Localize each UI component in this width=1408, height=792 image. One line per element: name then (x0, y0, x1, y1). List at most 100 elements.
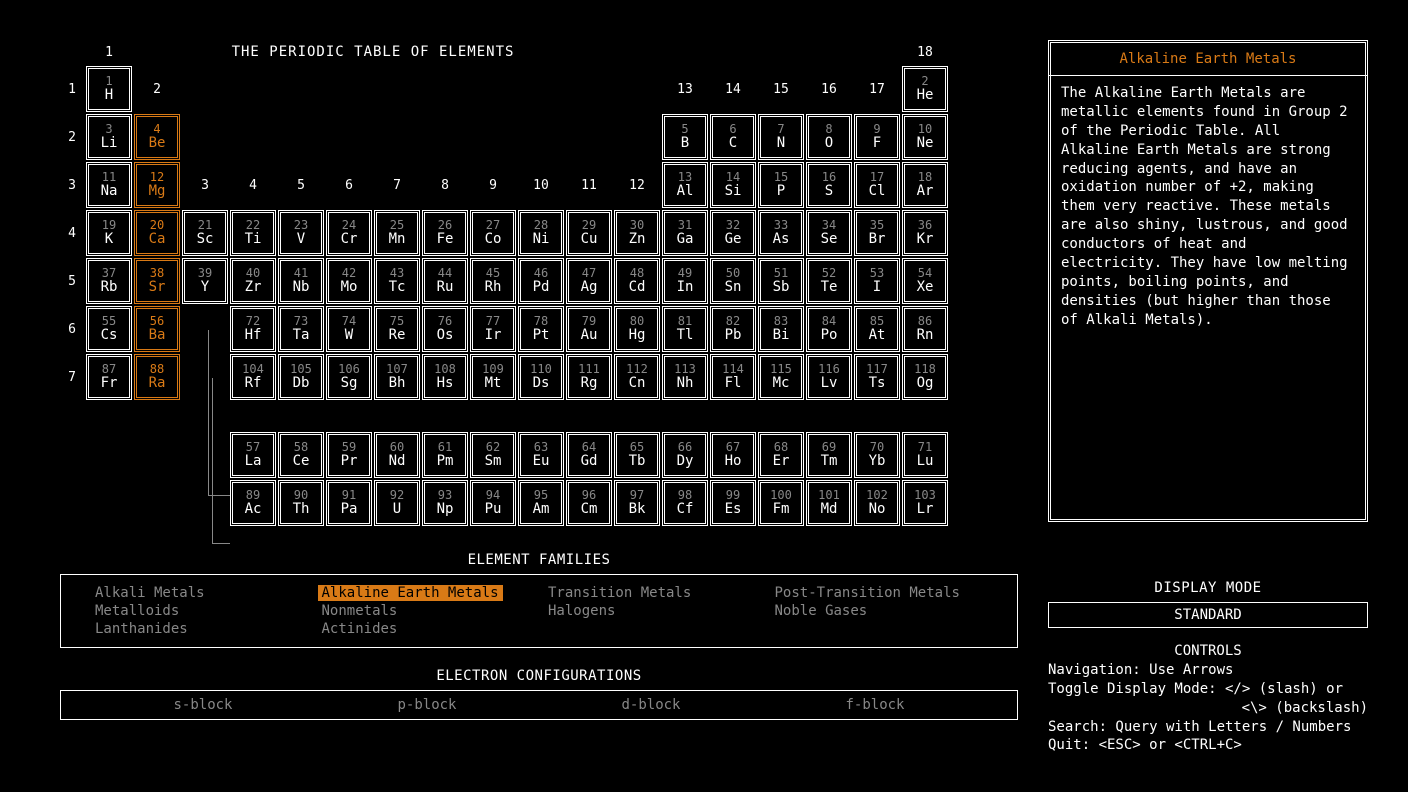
element-cell[interactable]: 97Bk (614, 480, 660, 526)
element-cell[interactable]: 34Se (806, 210, 852, 256)
element-cell[interactable]: 11Na (86, 162, 132, 208)
element-cell[interactable]: 87Fr (86, 354, 132, 400)
element-cell[interactable]: 92U (374, 480, 420, 526)
element-cell[interactable]: 79Au (566, 306, 612, 352)
element-cell[interactable]: 18Ar (902, 162, 948, 208)
element-cell[interactable]: 25Mn (374, 210, 420, 256)
element-cell[interactable]: 23V (278, 210, 324, 256)
element-cell[interactable]: 95Am (518, 480, 564, 526)
element-cell[interactable]: 43Tc (374, 258, 420, 304)
element-cell[interactable]: 110Ds (518, 354, 564, 400)
family-item[interactable]: Alkaline Earth Metals (318, 585, 503, 601)
element-cell[interactable]: 108Hs (422, 354, 468, 400)
element-cell[interactable]: 14Si (710, 162, 756, 208)
element-cell[interactable]: 50Sn (710, 258, 756, 304)
element-cell[interactable]: 15P (758, 162, 804, 208)
element-cell[interactable]: 63Eu (518, 432, 564, 478)
element-cell[interactable]: 115Mc (758, 354, 804, 400)
element-cell[interactable]: 72Hf (230, 306, 276, 352)
element-cell[interactable]: 41Nb (278, 258, 324, 304)
element-cell[interactable]: 113Nh (662, 354, 708, 400)
element-cell[interactable]: 77Ir (470, 306, 516, 352)
element-cell[interactable]: 98Cf (662, 480, 708, 526)
element-cell[interactable]: 57La (230, 432, 276, 478)
element-cell[interactable]: 105Db (278, 354, 324, 400)
element-cell[interactable]: 46Pd (518, 258, 564, 304)
family-item[interactable]: Noble Gases (771, 603, 872, 619)
block-item[interactable]: f-block (845, 697, 904, 713)
element-cell[interactable]: 49In (662, 258, 708, 304)
family-item[interactable]: Post-Transition Metals (771, 585, 964, 601)
element-cell[interactable]: 44Ru (422, 258, 468, 304)
element-cell[interactable]: 54Xe (902, 258, 948, 304)
element-cell[interactable]: 102No (854, 480, 900, 526)
element-cell[interactable]: 93Np (422, 480, 468, 526)
element-cell[interactable]: 35Br (854, 210, 900, 256)
element-cell[interactable]: 94Pu (470, 480, 516, 526)
element-cell[interactable]: 39Y (182, 258, 228, 304)
element-cell[interactable]: 62Sm (470, 432, 516, 478)
element-cell[interactable]: 101Md (806, 480, 852, 526)
element-cell[interactable]: 70Yb (854, 432, 900, 478)
element-cell[interactable]: 13Al (662, 162, 708, 208)
element-cell[interactable]: 85At (854, 306, 900, 352)
element-cell[interactable]: 64Gd (566, 432, 612, 478)
element-cell[interactable]: 4Be (134, 114, 180, 160)
element-cell[interactable]: 38Sr (134, 258, 180, 304)
element-cell[interactable]: 56Ba (134, 306, 180, 352)
element-cell[interactable]: 28Ni (518, 210, 564, 256)
element-cell[interactable]: 117Ts (854, 354, 900, 400)
family-item[interactable]: Transition Metals (544, 585, 695, 601)
element-cell[interactable]: 2He (902, 66, 948, 112)
family-item[interactable]: Alkali Metals (91, 585, 209, 601)
element-cell[interactable]: 30Zn (614, 210, 660, 256)
element-cell[interactable]: 9F (854, 114, 900, 160)
element-cell[interactable]: 1H (86, 66, 132, 112)
element-cell[interactable]: 84Po (806, 306, 852, 352)
element-cell[interactable]: 10Ne (902, 114, 948, 160)
element-cell[interactable]: 31Ga (662, 210, 708, 256)
element-cell[interactable]: 90Th (278, 480, 324, 526)
element-cell[interactable]: 65Tb (614, 432, 660, 478)
element-cell[interactable]: 88Ra (134, 354, 180, 400)
element-cell[interactable]: 40Zr (230, 258, 276, 304)
element-cell[interactable]: 75Re (374, 306, 420, 352)
element-cell[interactable]: 58Ce (278, 432, 324, 478)
element-cell[interactable]: 96Cm (566, 480, 612, 526)
element-cell[interactable]: 42Mo (326, 258, 372, 304)
element-cell[interactable]: 109Mt (470, 354, 516, 400)
element-cell[interactable]: 89Ac (230, 480, 276, 526)
block-item[interactable]: p-block (397, 697, 456, 713)
family-item[interactable]: Metalloids (91, 603, 183, 619)
element-cell[interactable]: 55Cs (86, 306, 132, 352)
element-cell[interactable]: 67Ho (710, 432, 756, 478)
element-cell[interactable]: 17Cl (854, 162, 900, 208)
element-cell[interactable]: 3Li (86, 114, 132, 160)
element-cell[interactable]: 52Te (806, 258, 852, 304)
element-cell[interactable]: 61Pm (422, 432, 468, 478)
family-item[interactable]: Nonmetals (318, 603, 402, 619)
element-cell[interactable]: 74W (326, 306, 372, 352)
element-cell[interactable]: 48Cd (614, 258, 660, 304)
element-cell[interactable]: 26Fe (422, 210, 468, 256)
element-cell[interactable]: 76Os (422, 306, 468, 352)
element-cell[interactable]: 99Es (710, 480, 756, 526)
element-cell[interactable]: 60Nd (374, 432, 420, 478)
element-cell[interactable]: 20Ca (134, 210, 180, 256)
element-cell[interactable]: 66Dy (662, 432, 708, 478)
element-cell[interactable]: 7N (758, 114, 804, 160)
element-cell[interactable]: 111Rg (566, 354, 612, 400)
element-cell[interactable]: 33As (758, 210, 804, 256)
element-cell[interactable]: 78Pt (518, 306, 564, 352)
element-cell[interactable]: 73Ta (278, 306, 324, 352)
element-cell[interactable]: 19K (86, 210, 132, 256)
element-cell[interactable]: 80Hg (614, 306, 660, 352)
element-cell[interactable]: 71Lu (902, 432, 948, 478)
element-cell[interactable]: 27Co (470, 210, 516, 256)
element-cell[interactable]: 5B (662, 114, 708, 160)
element-cell[interactable]: 69Tm (806, 432, 852, 478)
element-cell[interactable]: 68Er (758, 432, 804, 478)
family-item[interactable]: Actinides (318, 621, 402, 637)
block-item[interactable]: d-block (621, 697, 680, 713)
element-cell[interactable]: 100Fm (758, 480, 804, 526)
